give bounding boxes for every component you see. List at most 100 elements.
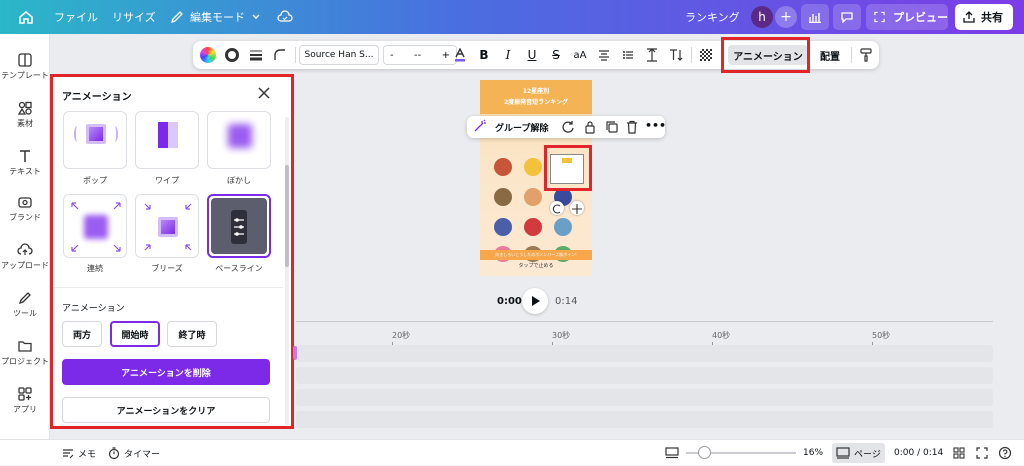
cloud-save-button[interactable] [277, 0, 293, 34]
tap-to-stop-label: タップで止める [518, 263, 554, 269]
close-panel-button[interactable] [256, 85, 272, 101]
underline-button[interactable]: U [521, 41, 543, 69]
panel-scrollbar-thumb[interactable] [285, 165, 289, 267]
text-case-button[interactable]: aA [569, 41, 591, 69]
bold-button[interactable]: B [473, 41, 495, 69]
rail-item-projects[interactable]: プロジェクト [0, 338, 50, 367]
preview-button[interactable]: プレビュー [866, 4, 948, 30]
grid-view-button[interactable] [953, 440, 965, 466]
tile-label-pop: ポップ [83, 176, 107, 185]
draw-tool-icon [18, 292, 31, 305]
timer-button[interactable]: タイマー [108, 440, 160, 466]
upload-cloud-icon [17, 243, 33, 255]
file-menu[interactable]: ファイル [54, 0, 98, 34]
color-picker-button[interactable] [197, 41, 219, 69]
clear-animation-button[interactable]: アニメーションをクリア [62, 397, 270, 423]
project-title[interactable]: ランキング [685, 0, 740, 34]
page-view-button[interactable] [665, 440, 679, 466]
magic-edit-button[interactable] [473, 119, 487, 136]
wipe-preview-icon [158, 122, 168, 148]
character-figure[interactable] [524, 218, 542, 236]
character-figure[interactable] [494, 218, 512, 236]
zoom-slider-thumb[interactable] [698, 446, 711, 459]
italic-button[interactable]: I [497, 41, 519, 69]
rail-item-templates[interactable]: テンプレート [0, 52, 50, 81]
text-icon [20, 150, 30, 162]
notes-button[interactable]: メモ [62, 440, 96, 466]
character-figure[interactable] [524, 188, 542, 206]
animation-tile-pop[interactable] [63, 111, 127, 169]
ungroup-button[interactable]: グループ解除 [495, 116, 548, 138]
page-mode-button[interactable]: ページ [832, 443, 885, 463]
timeline-track[interactable] [296, 345, 993, 362]
comment-button[interactable] [833, 4, 861, 30]
font-family-select[interactable]: Source Han S... [299, 45, 379, 65]
lock-button[interactable] [583, 120, 597, 137]
home-button[interactable] [18, 0, 34, 34]
character-figure[interactable] [494, 158, 512, 176]
color-wheel-icon [200, 47, 216, 63]
copy-style-button[interactable] [855, 41, 877, 69]
close-icon [258, 87, 270, 99]
position-button[interactable]: 配置 [813, 41, 847, 69]
delete-button[interactable] [625, 120, 639, 137]
animation-tile-continuous[interactable] [63, 194, 127, 258]
rail-item-tools[interactable]: ツール [0, 290, 50, 319]
font-size-value[interactable]: -- [414, 50, 421, 61]
animation-tile-blur[interactable] [207, 111, 271, 169]
highlight-animation-button [721, 37, 810, 73]
timeline-track[interactable] [296, 389, 993, 406]
help-button[interactable] [998, 440, 1012, 466]
border-style-button[interactable] [221, 41, 243, 69]
rail-item-elements[interactable]: 素材 [0, 100, 50, 129]
text-color-button[interactable] [449, 41, 471, 69]
align-button[interactable] [593, 41, 615, 69]
vertical-text-button[interactable] [665, 41, 687, 69]
rotate-handle[interactable] [550, 201, 564, 215]
animation-tile-breathe[interactable] [135, 194, 199, 258]
decrease-size-button[interactable]: - [390, 50, 394, 61]
timeline-playhead-marker[interactable] [293, 346, 297, 360]
rail-item-apps[interactable]: アプリ [0, 386, 50, 415]
segment-start[interactable]: 開始時 [110, 321, 160, 347]
animation-tile-baseline-selected[interactable] [207, 194, 271, 258]
zoom-level[interactable]: 16% [803, 440, 823, 466]
character-figure[interactable] [524, 158, 542, 176]
pages-icon [836, 447, 850, 459]
delete-animation-button[interactable]: アニメーションを削除 [62, 359, 270, 385]
rail-item-uploads[interactable]: アップロード [0, 242, 50, 271]
segment-both[interactable]: 両方 [62, 321, 102, 347]
avatar[interactable]: h [751, 0, 773, 34]
timeline-track[interactable] [296, 411, 993, 428]
insights-button[interactable] [801, 4, 829, 30]
add-collaborator-button[interactable]: + [775, 0, 797, 34]
spacing-button[interactable] [641, 41, 663, 69]
panel-scrollbar-track[interactable] [285, 117, 289, 425]
rotate-button[interactable] [561, 120, 575, 137]
pop-wave-icon [74, 126, 80, 142]
transparency-button[interactable] [695, 41, 717, 69]
font-size-stepper[interactable]: - -- + [383, 45, 457, 65]
rail-item-brand[interactable]: ブランド [0, 194, 50, 223]
character-figure[interactable] [494, 188, 512, 206]
fullscreen-button[interactable] [976, 440, 988, 466]
resize-menu[interactable]: リサイズ [112, 0, 156, 34]
animation-tile-wipe[interactable] [135, 111, 199, 169]
timeline-track[interactable] [296, 367, 993, 384]
play-button[interactable] [522, 288, 548, 314]
more-options-button[interactable]: ••• [645, 119, 666, 132]
rail-item-text[interactable]: テキスト [0, 148, 50, 177]
duplicate-button[interactable] [605, 120, 619, 137]
move-handle[interactable] [570, 201, 584, 215]
strikethrough-button[interactable]: S [545, 41, 567, 69]
line-weight-button[interactable] [245, 41, 267, 69]
edit-mode-menu[interactable]: 編集モード [170, 0, 261, 34]
top-bar: ファイル リサイズ 編集モード ランキング h + プレビュー 共有 [0, 0, 1024, 34]
chevron-down-icon [252, 14, 260, 19]
list-button[interactable] [617, 41, 639, 69]
share-button[interactable]: 共有 [955, 4, 1013, 30]
segment-end[interactable]: 終了時 [167, 321, 217, 347]
left-rail: テンプレート 素材 テキスト ブランド アップロード ツール プロジェクト アプ… [0, 34, 50, 465]
corner-radius-button[interactable] [269, 41, 291, 69]
character-figure[interactable] [554, 218, 572, 236]
